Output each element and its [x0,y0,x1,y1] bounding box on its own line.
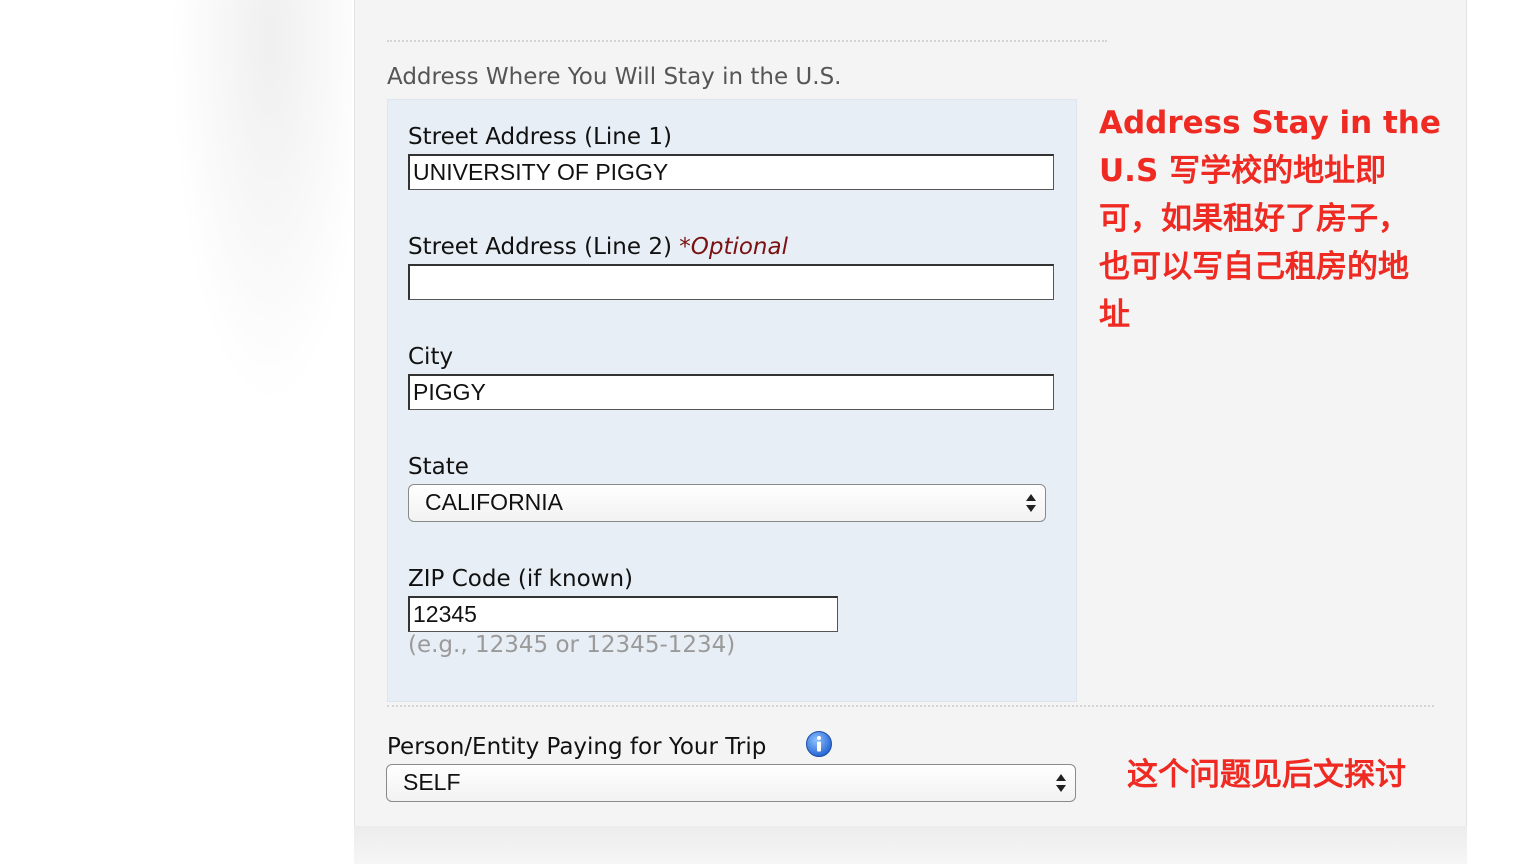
payer-label: Person/Entity Paying for Your Trip [387,734,767,760]
select-arrows-icon [1056,774,1066,792]
street2-input[interactable] [408,264,1054,300]
annotation-line: 也可以写自己租房的地 [1099,249,1409,285]
section-divider-top [387,40,1107,42]
state-select-value: CALIFORNIA [425,489,564,515]
zip-hint: (e.g., 12345 or 12345-1234) [408,632,736,658]
annotation-line: 址 [1099,297,1130,333]
payer-select[interactable]: SELF [386,764,1076,802]
street1-input[interactable]: UNIVERSITY OF PIGGY [408,154,1054,190]
section-title: Address Where You Will Stay in the U.S. [387,64,842,90]
zip-label: ZIP Code (if known) [408,566,634,592]
annotation-line: U.S 写学校的地址即 [1099,153,1387,189]
payer-select-value: SELF [403,769,461,795]
state-select[interactable]: CALIFORNIA [408,484,1046,522]
address-annotation: Address Stay in the U.S 写学校的地址即 可，如果租好了房… [1099,99,1479,339]
payer-annotation: 这个问题见后文探讨 [1127,757,1406,793]
left-background [0,0,352,864]
city-input[interactable]: PIGGY [408,374,1054,410]
state-label: State [408,454,469,480]
select-arrows-icon [1026,494,1036,512]
city-label: City [408,344,454,370]
optional-marker: *Optional [679,234,788,260]
annotation-line: 可，如果租好了房子， [1099,201,1409,237]
annotation-line: Address Stay in the [1099,105,1441,141]
zip-input[interactable]: 12345 [408,596,838,632]
street2-label: Street Address (Line 2) *Optional [408,234,788,260]
street1-label: Street Address (Line 1) [408,124,672,150]
section-divider-bottom [387,705,1434,707]
form-panel-footer [354,826,1467,864]
info-icon[interactable] [805,730,833,758]
street2-label-text: Street Address (Line 2) [408,234,672,260]
